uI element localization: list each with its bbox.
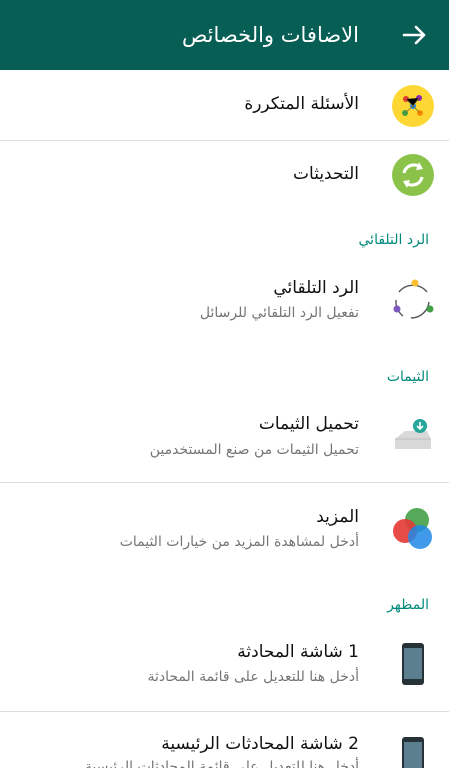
arrow-forward-icon[interactable] — [401, 22, 429, 48]
section-header-themes: الثيمات — [386, 369, 429, 385]
load-themes-item[interactable]: تحميل الثيمات تحميل الثيمات من صنع المست… — [0, 405, 449, 481]
theme-download-icon — [391, 415, 435, 459]
phone-icon — [391, 736, 435, 768]
chat-screen-1-item[interactable]: 1 شاشة المحادثة أدخل هنا للتعديل على قائ… — [0, 630, 449, 710]
more-themes-item[interactable]: المزيد أدخل لمشاهدة المزيد من خيارات الث… — [0, 483, 449, 573]
faq-dots-icon — [391, 84, 435, 128]
auto-reply-item[interactable]: الرد التلقائي تفعيل الرد التلقائي للرسائ… — [0, 268, 449, 338]
auto-reply-subtitle: تفعيل الرد التلقائي للرسائل — [199, 305, 359, 321]
load-themes-subtitle: تحميل الثيمات من صنع المستخدمين — [149, 442, 359, 458]
chat-screen-2-item[interactable]: 2 شاشة المحادثات الرئيسية أدخل هنا للتعد… — [0, 712, 449, 768]
section-header-auto-reply: الرد التلقائي — [358, 232, 430, 248]
phone-icon — [391, 642, 435, 686]
faq-item[interactable]: الأسئلة المتكررة — [0, 70, 449, 140]
faq-title: الأسئلة المتكررة — [244, 94, 359, 114]
app-bar: الاضافات والخصائص — [0, 0, 449, 70]
refresh-sync-icon — [391, 153, 435, 197]
chat-screen-2-title: 2 شاشة المحادثات الرئيسية — [161, 734, 359, 754]
more-themes-subtitle: أدخل لمشاهدة المزيد من خيارات الثيمات — [119, 534, 359, 550]
load-themes-title: تحميل الثيمات — [258, 414, 359, 434]
chat-screen-1-title: 1 شاشة المحادثة — [237, 642, 359, 662]
more-themes-title: المزيد — [316, 507, 359, 527]
updates-title: التحديثات — [293, 164, 359, 184]
auto-reply-cycle-icon — [391, 278, 435, 322]
page-title: الاضافات والخصائص — [181, 23, 359, 47]
chat-screen-2-subtitle: أدخل هنا للتعديل على قائمة المحادثات الر… — [84, 759, 359, 768]
auto-reply-title: الرد التلقائي — [273, 278, 359, 298]
chat-screen-1-subtitle: أدخل هنا للتعديل على قائمة المحادثة — [147, 669, 359, 685]
section-header-appearance: المظهر — [387, 597, 429, 613]
color-circles-icon — [391, 507, 435, 551]
updates-item[interactable]: التحديثات — [0, 141, 449, 211]
